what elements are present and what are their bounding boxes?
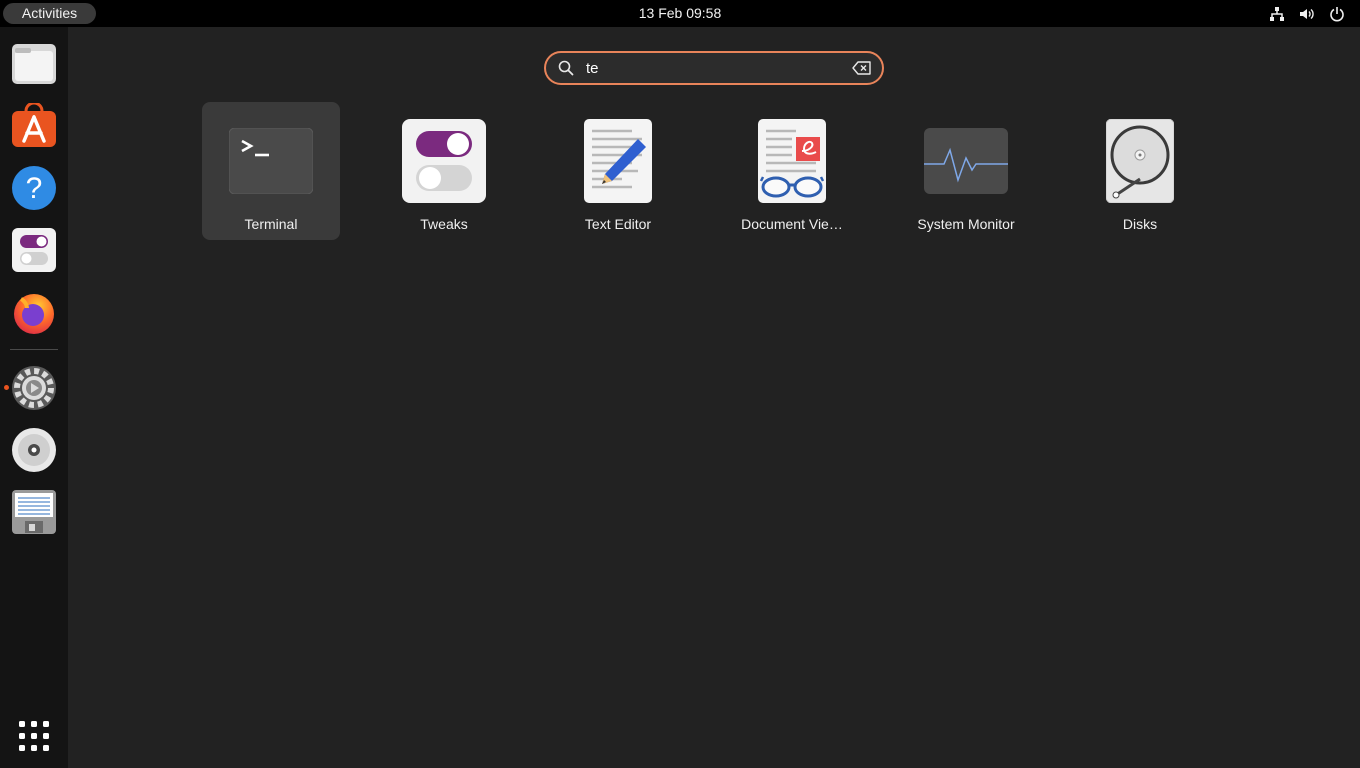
tweaks-icon [402,119,486,203]
app-label: Disks [1122,216,1158,232]
firefox-icon [14,294,54,334]
app-label: Text Editor [584,216,652,232]
disc-icon [12,428,56,472]
dock-item-files[interactable] [10,40,58,88]
terminal-icon [229,128,313,194]
app-label: Terminal [244,216,298,232]
network-icon[interactable] [1268,5,1286,23]
help-icon: ? [12,166,56,210]
dock-item-help[interactable]: ? [10,164,58,212]
dock: ? [0,27,68,768]
system-tray[interactable] [1268,5,1346,23]
installer-icon [12,490,56,534]
settings-icon [12,366,56,410]
app-result-tweaks[interactable]: Tweaks [375,102,513,240]
dock-item-disc[interactable] [10,426,58,474]
dock-item-software[interactable] [10,102,58,150]
activities-button[interactable]: Activities [3,3,96,24]
app-label: Tweaks [420,216,468,232]
svg-text:?: ? [26,172,43,205]
system-monitor-icon [924,128,1008,194]
dock-item-installer[interactable] [10,488,58,536]
text-editor-icon [584,119,652,203]
power-icon[interactable] [1328,5,1346,23]
show-applications-button[interactable] [14,716,54,756]
disks-icon [1106,119,1174,203]
search-icon [558,60,574,76]
app-result-text-editor[interactable]: Text Editor [549,102,687,240]
app-label: System Monitor [917,216,1015,232]
search-box[interactable] [544,51,884,85]
volume-icon[interactable] [1298,5,1316,23]
clock-button[interactable]: 13 Feb 09:58 [639,5,722,21]
search-input[interactable] [586,57,836,79]
grid-icon [19,721,49,751]
app-result-terminal[interactable]: Terminal [202,102,340,240]
document-viewer-icon [758,119,826,203]
files-icon [12,44,56,84]
app-result-system-monitor[interactable]: System Monitor [897,102,1035,240]
app-result-disks[interactable]: Disks [1071,102,1209,240]
tweaks-icon [12,228,56,272]
app-result-document-viewer[interactable]: Document Vie… [723,102,861,240]
dock-separator [10,349,58,350]
top-bar: Activities 13 Feb 09:58 [0,0,1360,27]
running-indicator [4,385,9,390]
dock-item-settings[interactable] [10,364,58,412]
software-store-icon [12,103,56,147]
app-label: Document Vie… [741,216,843,232]
clock-area: 13 Feb 09:58 [0,0,1360,27]
dock-item-tweaks[interactable] [10,226,58,274]
clear-search-icon[interactable] [852,61,872,75]
dock-item-firefox[interactable] [10,288,58,336]
